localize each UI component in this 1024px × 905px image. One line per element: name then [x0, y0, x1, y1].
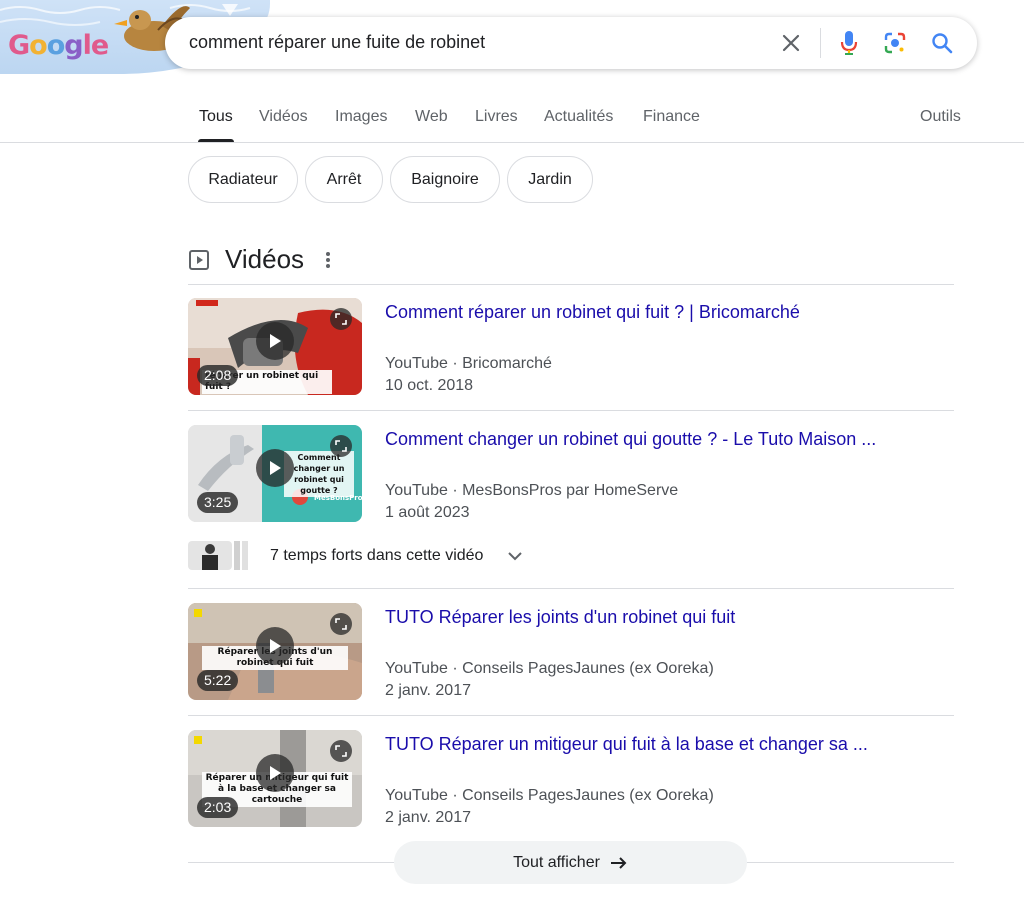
mic-icon[interactable] [836, 30, 862, 56]
video-title-link[interactable]: TUTO Réparer un mitigeur qui fuit à la b… [385, 734, 868, 755]
search-tabs: Tous Vidéos Images Web Livres Actualités… [0, 96, 1024, 143]
search-divider [820, 28, 821, 58]
key-moments-toggle[interactable]: 7 temps forts dans cette vidéo [188, 541, 523, 570]
chip-arret[interactable]: Arrêt [305, 156, 383, 203]
chevron-down-icon [507, 551, 523, 561]
video-date: 1 août 2023 [385, 504, 470, 521]
video-source: YouTube · Bricomarché [385, 355, 552, 372]
key-moments-label: 7 temps forts dans cette vidéo [270, 546, 484, 564]
video-title-link[interactable]: TUTO Réparer les joints d'un robinet qui… [385, 607, 735, 628]
chip-jardin[interactable]: Jardin [507, 156, 593, 203]
show-all-label: Tout afficher [513, 853, 600, 871]
video-date: 2 janv. 2017 [385, 682, 471, 699]
thumbnail-brand: MesBonsPros [314, 494, 362, 502]
expand-icon[interactable] [330, 435, 352, 457]
divider [188, 284, 954, 285]
video-duration: 2:08 [197, 365, 239, 386]
video-title-link[interactable]: Comment réparer un robinet qui fuit ? | … [385, 302, 800, 323]
video-thumbnail[interactable]: Réparer un mitigeur qui fuit à la base e… [188, 730, 362, 827]
divider [188, 410, 954, 411]
chip-baignoire[interactable]: Baignoire [390, 156, 500, 203]
divider [188, 588, 954, 589]
tools-button[interactable]: Outils [920, 108, 961, 142]
expand-icon[interactable] [330, 308, 352, 330]
video-date: 10 oct. 2018 [385, 377, 474, 394]
video-source: YouTube · Conseils PagesJaunes (ex Oorek… [385, 787, 714, 804]
play-icon[interactable] [256, 449, 294, 487]
more-options-icon[interactable] [320, 250, 336, 275]
chip-radiateur[interactable]: Radiateur [188, 156, 298, 203]
play-icon[interactable] [256, 322, 294, 360]
video-thumbnail[interactable]: réparer un robinet qui fuit ? 2:08 [188, 298, 362, 395]
video-section-title: Vidéos [225, 244, 305, 274]
tab-web[interactable]: Web [415, 108, 448, 142]
video-duration: 2:03 [197, 797, 239, 818]
search-input[interactable]: comment réparer une fuite de robinet [189, 32, 485, 53]
video-source: YouTube · MesBonsPros par HomeServe [385, 482, 679, 499]
expand-icon[interactable] [330, 613, 352, 635]
video-thumbnail[interactable]: Comment changer un robinet qui goutte ? … [188, 425, 362, 522]
tab-videos[interactable]: Vidéos [259, 108, 308, 142]
video-duration: 3:25 [197, 492, 239, 513]
search-icon[interactable] [929, 30, 955, 56]
tab-tous[interactable]: Tous [198, 108, 234, 142]
key-moments-thumbnails [188, 541, 250, 570]
play-icon[interactable] [256, 627, 294, 665]
tab-livres[interactable]: Livres [475, 108, 518, 142]
search-box[interactable]: comment réparer une fuite de robinet [165, 17, 977, 69]
search-results-page: Google comment réparer une fuite de robi… [0, 0, 1024, 905]
google-logo[interactable]: Google [8, 30, 109, 61]
video-duration: 5:22 [197, 670, 239, 691]
video-source: YouTube · Conseils PagesJaunes (ex Oorek… [385, 660, 714, 677]
video-date: 2 janv. 2017 [385, 809, 471, 826]
show-all-button[interactable]: Tout afficher [394, 841, 747, 884]
tab-finance[interactable]: Finance [643, 108, 700, 142]
video-thumbnail[interactable]: Réparer les joints d'un robinet qui fuit… [188, 603, 362, 700]
tab-actualites[interactable]: Actualités [544, 108, 613, 142]
video-section-icon [189, 250, 209, 275]
video-title-link[interactable]: Comment changer un robinet qui goutte ? … [385, 429, 876, 450]
lens-icon[interactable] [882, 30, 908, 56]
play-icon[interactable] [256, 754, 294, 792]
tab-images[interactable]: Images [335, 108, 387, 142]
clear-icon[interactable] [778, 30, 804, 56]
thumbnail-caption: Comment changer un robinet qui goutte ? [284, 451, 354, 497]
arrow-right-icon [610, 856, 628, 870]
divider [188, 715, 954, 716]
expand-icon[interactable] [330, 740, 352, 762]
